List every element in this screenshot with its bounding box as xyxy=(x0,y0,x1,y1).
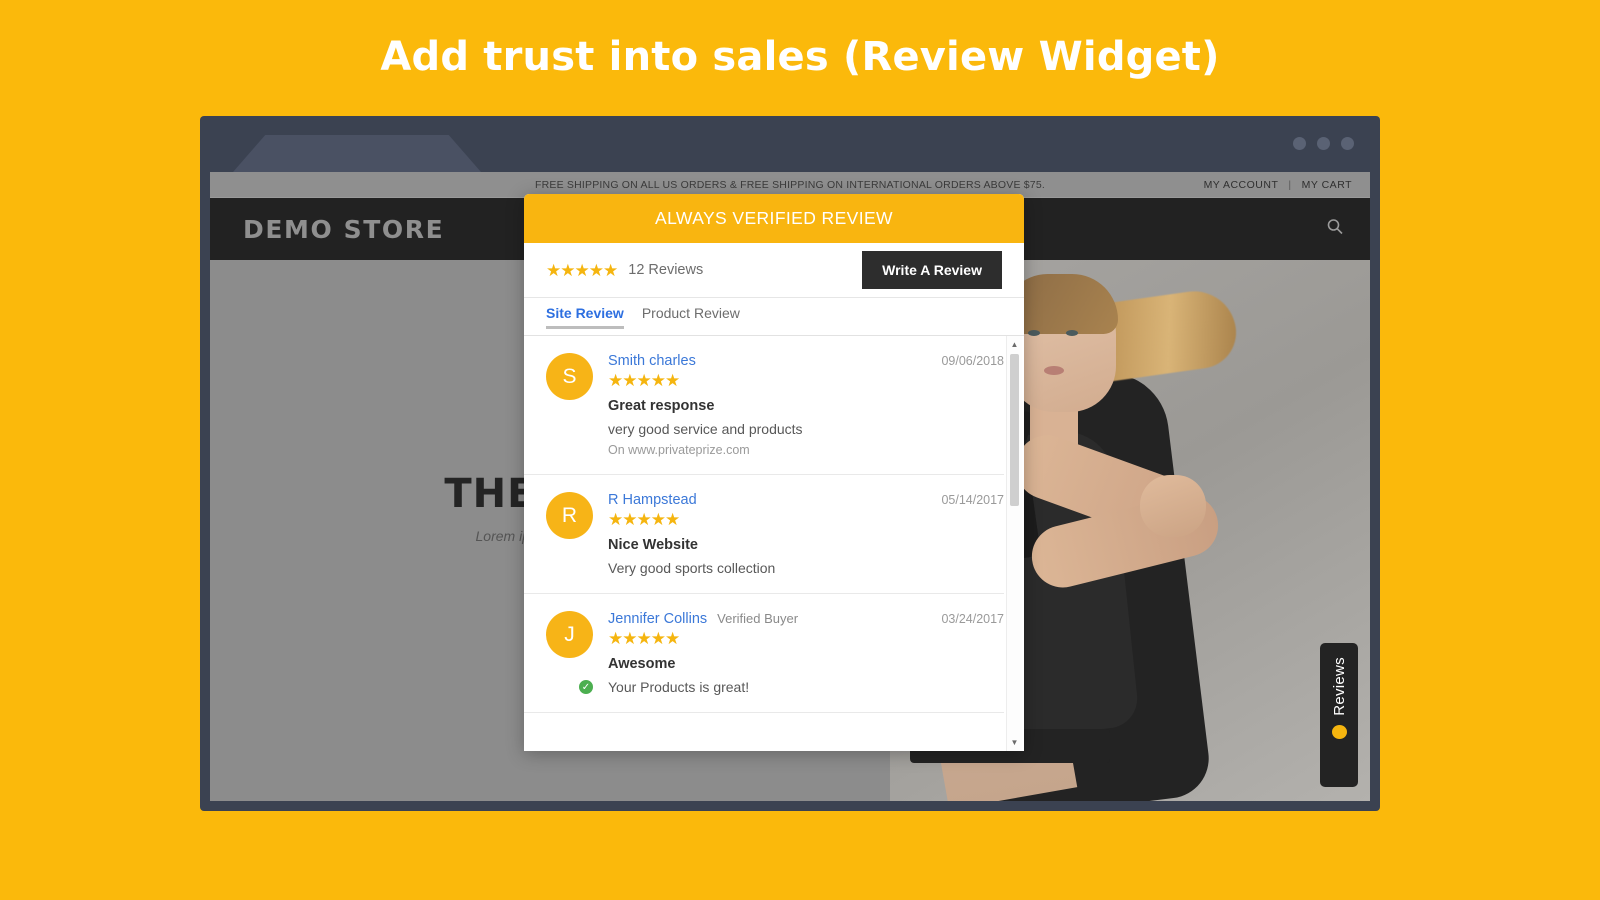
model-fist xyxy=(1140,475,1206,537)
scrollbar-thumb[interactable] xyxy=(1010,354,1019,506)
star-icon-1: ★ xyxy=(546,260,561,280)
window-dot-icon-2[interactable] xyxy=(1317,137,1330,150)
star-icon-2: ★ xyxy=(622,629,637,648)
review-count-label: 12 Reviews xyxy=(628,262,704,278)
avatar-wrapper: R xyxy=(546,492,593,576)
avatar: R xyxy=(546,492,593,539)
review-header-row: R Hampstead 05/14/2017 xyxy=(608,492,1004,508)
my-cart-link[interactable]: MY CART xyxy=(1302,179,1352,191)
review-header-row: Jennifer Collins Verified Buyer 03/24/20… xyxy=(608,611,1004,627)
window-dot-icon-3[interactable] xyxy=(1341,137,1354,150)
star-icon-5: ★ xyxy=(603,260,618,280)
my-account-link[interactable]: MY ACCOUNT xyxy=(1204,179,1279,191)
star-icon-1: ★ xyxy=(608,510,623,529)
star-icon-5: ★ xyxy=(665,510,680,529)
reviews-side-tab-label: Reviews xyxy=(1330,657,1348,716)
review-text: Your Products is great! xyxy=(608,679,750,695)
review-rating-stars: ★ ★ ★ ★ ★ xyxy=(608,629,680,648)
model-lips xyxy=(1044,366,1064,375)
star-icon-2: ★ xyxy=(622,371,637,390)
star-icon-3: ★ xyxy=(636,371,652,390)
review-widget-header: ALWAYS VERIFIED REVIEW xyxy=(524,194,1024,243)
review-tabs: Site Review Product Review xyxy=(524,298,1024,336)
model-eye-left xyxy=(1028,330,1040,336)
star-icon-5: ★ xyxy=(665,371,680,390)
scroll-down-arrow-icon[interactable]: ▼ xyxy=(1007,735,1022,750)
star-icon-4: ★ xyxy=(588,260,604,280)
star-icon-3: ★ xyxy=(636,629,652,648)
browser-tab[interactable] xyxy=(233,135,481,172)
tab-site-review[interactable]: Site Review xyxy=(546,305,624,329)
review-date: 03/24/2017 xyxy=(941,612,1004,626)
review-item: R R Hampstead 05/14/2017 ★ ★ ★ ★ ★ Nice … xyxy=(524,475,1004,594)
review-title: Awesome xyxy=(608,656,676,672)
reviewer-name[interactable]: Jennifer Collins xyxy=(608,611,707,627)
reviews-side-tab[interactable]: Reviews xyxy=(1320,643,1358,787)
review-rating-stars: ★ ★ ★ ★ ★ xyxy=(608,371,680,390)
review-date: 05/14/2017 xyxy=(941,493,1004,507)
review-widget-title: ALWAYS VERIFIED REVIEW xyxy=(655,208,893,228)
star-icon-4: ★ xyxy=(650,629,666,648)
review-body: R Hampstead 05/14/2017 ★ ★ ★ ★ ★ Nice We… xyxy=(608,492,1004,576)
star-icon-2: ★ xyxy=(622,510,637,529)
review-widget: ALWAYS VERIFIED REVIEW ★ ★ ★ ★ ★ 12 Revi… xyxy=(524,194,1024,751)
review-body: Smith charles 09/06/2018 ★ ★ ★ ★ ★ Great… xyxy=(608,353,1004,457)
scroll-up-arrow-icon[interactable]: ▲ xyxy=(1007,337,1022,352)
review-text: Very good sports collection xyxy=(608,560,776,576)
utility-nav: MY ACCOUNT | MY CART xyxy=(1204,179,1352,191)
verified-check-icon: ✓ xyxy=(578,679,594,695)
reviewer-name[interactable]: R Hampstead xyxy=(608,492,697,508)
model-eye-right xyxy=(1066,330,1078,336)
page-title: Add trust into sales (Review Widget) xyxy=(380,34,1220,80)
browser-titlebar xyxy=(200,116,1380,172)
star-icon-3: ★ xyxy=(574,260,590,280)
reviewer-name[interactable]: Smith charles xyxy=(608,353,696,369)
review-header-row: Smith charles 09/06/2018 xyxy=(608,353,1004,369)
star-icon-5: ★ xyxy=(665,629,680,648)
tab-product-review[interactable]: Product Review xyxy=(642,305,740,328)
window-dot-icon-1[interactable] xyxy=(1293,137,1306,150)
summary-stars: ★ ★ ★ ★ ★ xyxy=(546,260,618,280)
reviews-side-tab-dot-icon xyxy=(1331,724,1347,739)
avatar: S xyxy=(546,353,593,400)
star-icon-4: ★ xyxy=(650,510,666,529)
announcement-text: FREE SHIPPING ON ALL US ORDERS & FREE SH… xyxy=(534,178,1045,191)
review-list: S Smith charles 09/06/2018 ★ ★ ★ ★ ★ Gre… xyxy=(524,336,1024,751)
review-source: On www.privateprize.com xyxy=(608,443,750,457)
star-icon-4: ★ xyxy=(650,371,666,390)
store-logo[interactable]: DEMO STORE xyxy=(243,215,444,244)
window-controls xyxy=(1293,137,1354,150)
review-text: very good service and products xyxy=(608,421,803,437)
search-icon[interactable] xyxy=(1326,218,1344,241)
review-list-scrollbar[interactable]: ▲ ▼ xyxy=(1006,336,1022,751)
avatar: J xyxy=(546,611,593,658)
review-rating-stars: ★ ★ ★ ★ ★ xyxy=(608,510,680,529)
avatar-wrapper: J ✓ xyxy=(546,611,594,695)
review-date: 09/06/2018 xyxy=(941,354,1004,368)
review-title: Nice Website xyxy=(608,537,698,553)
star-icon-3: ★ xyxy=(636,510,652,529)
star-icon-2: ★ xyxy=(560,260,575,280)
star-icon-1: ★ xyxy=(608,629,623,648)
review-item: S Smith charles 09/06/2018 ★ ★ ★ ★ ★ Gre… xyxy=(524,336,1004,475)
avatar-wrapper: S xyxy=(546,353,593,457)
verified-buyer-label: Verified Buyer xyxy=(717,611,799,626)
nav-separator: | xyxy=(1288,178,1292,191)
review-body: Jennifer Collins Verified Buyer 03/24/20… xyxy=(608,611,1004,695)
review-title: Great response xyxy=(608,398,715,414)
star-icon-1: ★ xyxy=(608,371,623,390)
write-a-review-button[interactable]: Write A Review xyxy=(862,251,1002,289)
review-summary-bar: ★ ★ ★ ★ ★ 12 Reviews Write A Review xyxy=(524,243,1024,298)
review-item: J ✓ Jennifer Collins Verified Buyer 03/2… xyxy=(524,594,1004,713)
